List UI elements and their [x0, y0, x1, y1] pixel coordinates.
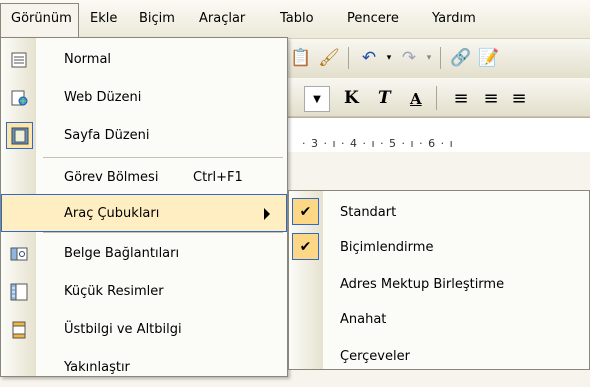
- underline-label: A: [410, 90, 422, 108]
- menu-item-label: Belge Bağlantıları: [64, 246, 180, 261]
- menu-item-label: Küçük Resimler: [64, 284, 164, 299]
- web-layout-icon: [9, 88, 29, 108]
- menu-pencere-label: Pencere: [347, 11, 399, 26]
- checkmark-icon: ✔: [292, 198, 319, 225]
- menu-yardim[interactable]: Yardım: [430, 8, 478, 30]
- menu-item-label: Normal: [64, 52, 112, 67]
- standard-toolbar: 📋 🖌 ↶ ▾ ↷ ▾ 🔗 📝: [270, 39, 590, 79]
- menu-item-document-map[interactable]: Belge Bağlantıları: [1, 235, 287, 273]
- menu-item-label: Araç Çubukları: [64, 206, 160, 221]
- menu-item-normal[interactable]: Normal: [1, 41, 287, 79]
- menu-araclar-label: Araçlar: [199, 11, 246, 26]
- redo-dropdown-icon[interactable]: ▾: [416, 45, 442, 71]
- menu-item-label: Görev Bölmesi: [64, 170, 159, 185]
- checkmark-icon: ✔: [292, 233, 319, 260]
- submenu-arrow-icon: [264, 208, 270, 220]
- submenu-item-mail-merge[interactable]: Adres Mektup Birleştirme: [289, 267, 589, 302]
- menu-divider: [43, 157, 283, 158]
- menu-item-shortcut: Ctrl+F1: [193, 170, 243, 185]
- submenu-item-standard[interactable]: ✔ Standart: [289, 195, 589, 230]
- menu-pencere[interactable]: Pencere: [345, 8, 401, 30]
- bold-label: K: [344, 88, 359, 108]
- toolbar-separator: [348, 47, 349, 69]
- menubar: Görünüm Ekle Biçim Araçlar Tablo Pencere…: [0, 0, 590, 39]
- menu-ekle-label: Ekle: [90, 11, 118, 26]
- header-footer-icon: [9, 320, 29, 340]
- underline-button[interactable]: A: [410, 90, 422, 108]
- menu-bicim[interactable]: Biçim: [137, 8, 177, 30]
- tables-borders-icon[interactable]: 📝: [476, 45, 502, 71]
- menu-item-web-layout[interactable]: Web Düzeni: [1, 79, 287, 117]
- menu-item-task-pane[interactable]: Görev Bölmesi Ctrl+F1: [1, 159, 287, 197]
- submenu-item-label: Standart: [340, 205, 397, 220]
- normal-view-icon: [9, 50, 29, 70]
- align-center-icon[interactable]: ≡: [478, 85, 504, 111]
- toolbar-separator: [436, 86, 437, 110]
- menu-araclar[interactable]: Araçlar: [197, 8, 247, 30]
- align-left-icon[interactable]: ≡: [448, 85, 474, 111]
- menu-item-label: Sayfa Düzeni: [64, 128, 150, 143]
- menu-gorunum[interactable]: Görünüm: [0, 3, 79, 38]
- menu-bicim-label: Biçim: [139, 11, 175, 26]
- menu-tablo-label: Tablo: [280, 11, 314, 26]
- submenu-item-label: Biçimlendirme: [340, 240, 434, 255]
- submenu-item-label: Anahat: [340, 312, 387, 327]
- menu-item-thumbnails[interactable]: Küçük Resimler: [1, 273, 287, 311]
- submenu-item-label: Çerçeveler: [340, 349, 410, 364]
- ruler-ticks: · 3 · ı · 4 · ı · 5 · ı · 6 · ı: [302, 137, 454, 150]
- submenu-item-formatting[interactable]: ✔ Biçimlendirme: [289, 230, 589, 265]
- toolbar-separator: [440, 47, 441, 69]
- menu-yardim-label: Yardım: [432, 11, 476, 26]
- font-size-dropdown-icon[interactable]: ▼: [304, 86, 330, 112]
- menu-gorunum-label: Görünüm: [11, 11, 72, 26]
- menu-ekle[interactable]: Ekle: [88, 8, 119, 30]
- italic-button[interactable]: T: [378, 88, 391, 108]
- paste-icon[interactable]: 📋: [288, 45, 314, 71]
- toolbars-submenu: ✔ Standart ✔ Biçimlendirme Adres Mektup …: [288, 190, 590, 370]
- submenu-item-frames[interactable]: Çerçeveler: [289, 339, 589, 374]
- view-menu: Normal Web Düzeni Sayfa Düzeni Görev Böl…: [0, 37, 288, 377]
- menu-item-label: Web Düzeni: [64, 90, 142, 105]
- submenu-item-outline[interactable]: Anahat: [289, 302, 589, 337]
- format-painter-icon[interactable]: 🖌: [316, 45, 342, 71]
- menu-item-page-layout[interactable]: Sayfa Düzeni: [1, 117, 287, 155]
- document-map-icon: [9, 244, 29, 264]
- hyperlink-icon[interactable]: 🔗: [448, 45, 474, 71]
- menu-tablo[interactable]: Tablo: [278, 8, 316, 30]
- menu-item-zoom[interactable]: Yakınlaştır: [1, 349, 287, 387]
- italic-label: T: [378, 88, 391, 108]
- bold-button[interactable]: K: [344, 88, 359, 108]
- menu-item-header-footer[interactable]: Üstbilgi ve Altbilgi: [1, 311, 287, 349]
- menu-divider: [43, 232, 283, 233]
- page-layout-icon: [6, 122, 33, 149]
- thumbnails-icon: [9, 282, 29, 302]
- menu-item-label: Üstbilgi ve Altbilgi: [64, 322, 182, 337]
- menu-item-toolbars[interactable]: Araç Çubukları: [1, 194, 287, 232]
- align-right-icon[interactable]: ≡: [506, 85, 532, 111]
- menu-item-label: Yakınlaştır: [64, 360, 130, 375]
- submenu-item-label: Adres Mektup Birleştirme: [340, 277, 505, 292]
